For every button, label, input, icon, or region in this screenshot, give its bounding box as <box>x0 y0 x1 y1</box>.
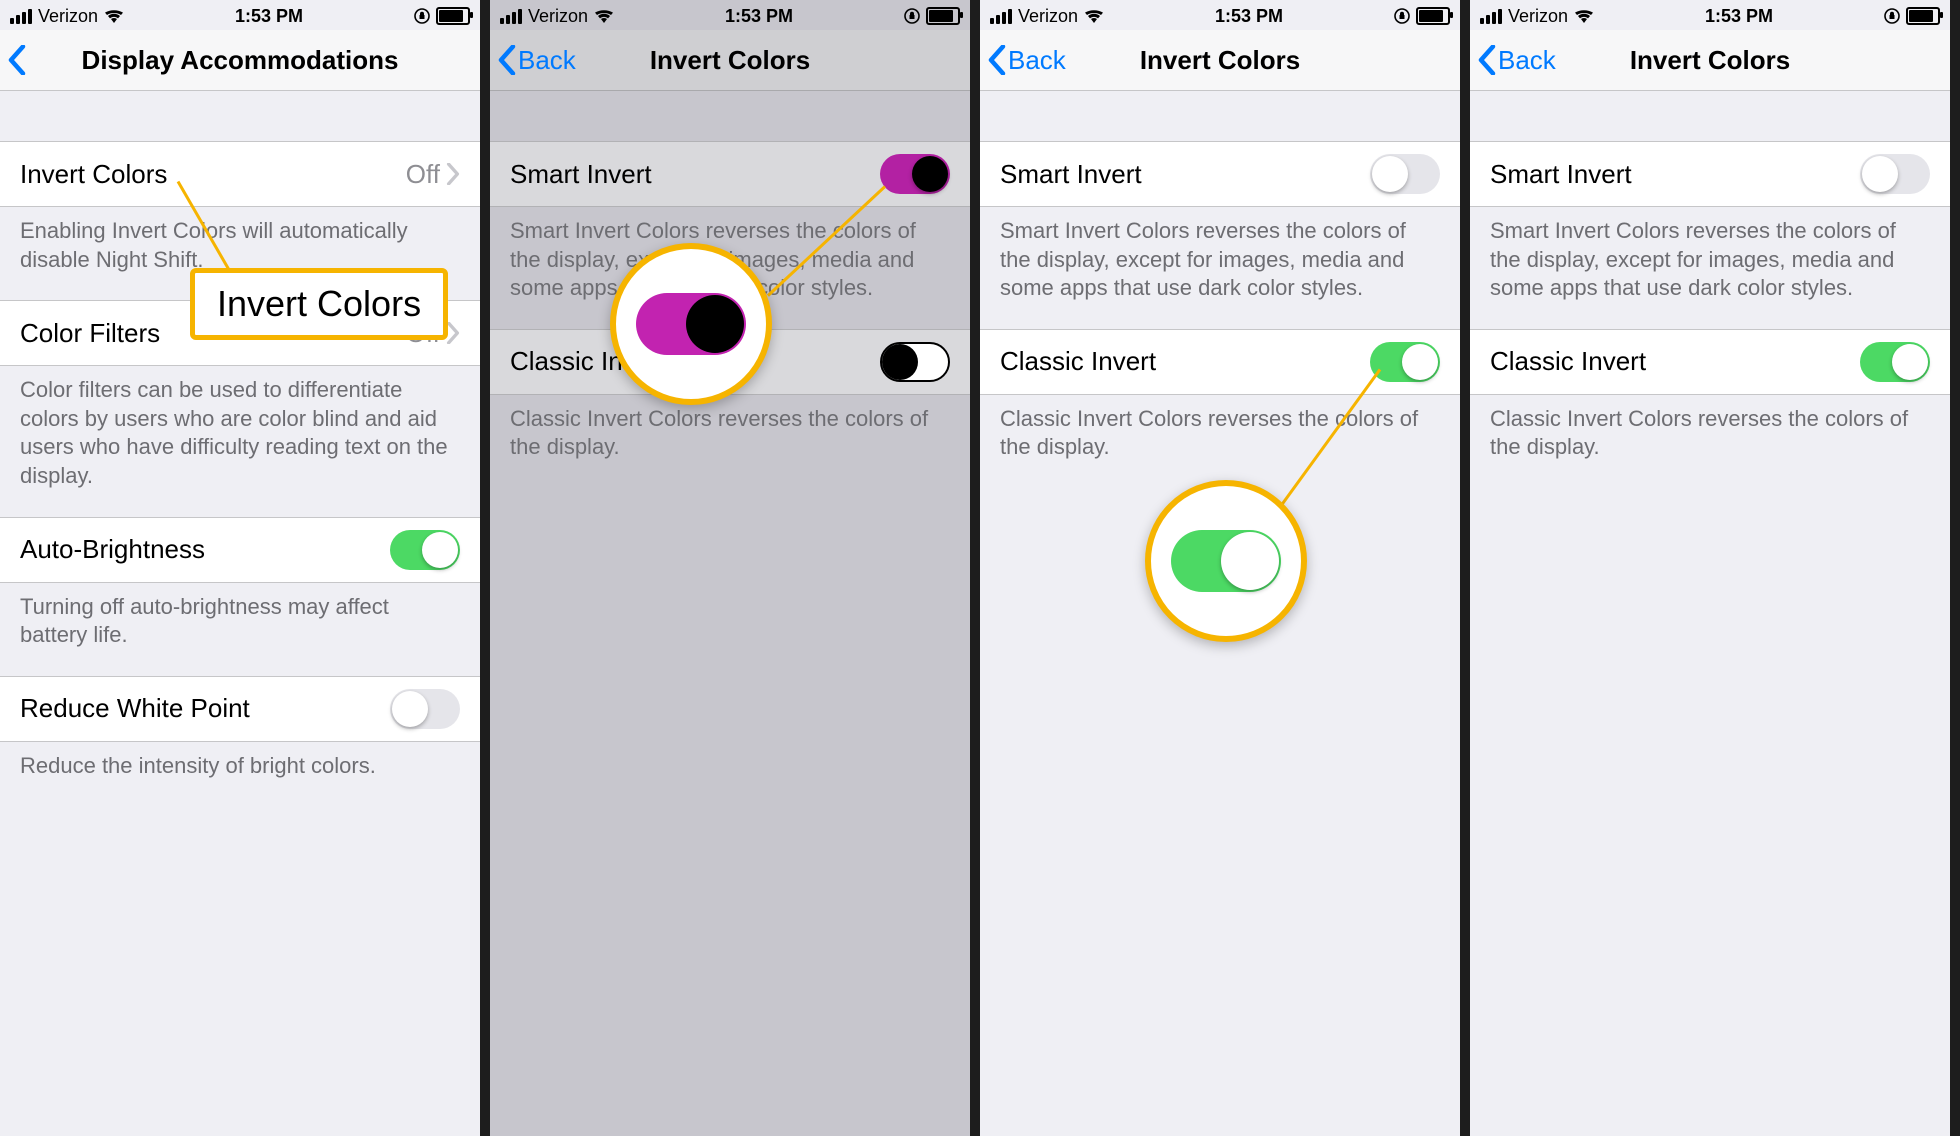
screenshot-3: Verizon 1:53 PM Back Invert Colors Smart… <box>980 0 1460 1136</box>
nav-bar: Back Invert Colors <box>980 30 1460 91</box>
clock-label: 1:53 PM <box>1104 6 1394 27</box>
carrier-label: Verizon <box>38 6 98 27</box>
back-button[interactable]: Back <box>1478 45 1556 76</box>
toggle-illustration <box>636 293 746 355</box>
annotation-callout <box>610 243 772 405</box>
smart-invert-row: Smart Invert <box>490 141 970 207</box>
status-bar: Verizon 1:53 PM <box>980 0 1460 30</box>
back-button[interactable]: Back <box>988 45 1066 76</box>
classic-invert-row: Classic Invert <box>980 329 1460 395</box>
orientation-lock-icon <box>1884 8 1900 24</box>
smart-invert-row: Smart Invert <box>980 141 1460 207</box>
row-value: Off <box>406 159 440 190</box>
auto-brightness-row: Auto-Brightness <box>0 517 480 583</box>
invert-colors-row[interactable]: Invert Colors Off <box>0 141 480 207</box>
nav-bar: Display Accommodations <box>0 30 480 91</box>
row-footer: Classic Invert Colors reverses the color… <box>490 395 970 462</box>
row-footer: Turning off auto-brightness may affect b… <box>0 583 480 650</box>
toggle-illustration <box>1171 530 1281 592</box>
reduce-white-point-toggle[interactable] <box>390 689 460 729</box>
clock-label: 1:53 PM <box>124 6 414 27</box>
screenshot-4-cropped: Verizon 1:53 PM Back Invert Colors Smart… <box>1470 0 1950 1136</box>
wifi-icon <box>1084 9 1104 24</box>
row-label: Auto-Brightness <box>20 534 390 565</box>
back-button[interactable]: Back <box>498 45 576 76</box>
clock-label: 1:53 PM <box>1594 6 1884 27</box>
screenshot-1: Verizon 1:53 PM Display Accommodations I… <box>0 0 480 1136</box>
classic-invert-toggle[interactable] <box>1370 342 1440 382</box>
status-bar: Verizon 1:53 PM <box>490 0 970 30</box>
orientation-lock-icon <box>904 8 920 24</box>
row-footer: Color filters can be used to differentia… <box>0 366 480 490</box>
auto-brightness-toggle[interactable] <box>390 530 460 570</box>
wifi-icon <box>1574 9 1594 24</box>
back-label: Back <box>1008 45 1066 76</box>
chevron-right-icon <box>446 163 460 185</box>
status-bar: Verizon 1:53 PM <box>0 0 480 30</box>
classic-invert-toggle[interactable] <box>1860 342 1930 382</box>
carrier-label: Verizon <box>1018 6 1078 27</box>
battery-icon <box>1906 7 1940 25</box>
nav-bar: Back Invert Colors <box>1470 30 1950 91</box>
smart-invert-toggle[interactable] <box>1370 154 1440 194</box>
smart-invert-toggle[interactable] <box>880 154 950 194</box>
row-footer: Reduce the intensity of bright colors. <box>0 742 480 781</box>
classic-invert-row: Classic Invert <box>1470 329 1950 395</box>
page-title: Display Accommodations <box>0 45 480 76</box>
row-footer: Smart Invert Colors reverses the colors … <box>1470 207 1950 303</box>
row-footer: Classic Invert Colors reverses the color… <box>980 395 1460 462</box>
orientation-lock-icon <box>414 8 430 24</box>
row-label: Smart Invert <box>1000 159 1370 190</box>
annotation-callout <box>1145 480 1307 642</box>
smart-invert-row: Smart Invert <box>1470 141 1950 207</box>
clock-label: 1:53 PM <box>614 6 904 27</box>
status-bar: Verizon 1:53 PM <box>1470 0 1950 30</box>
nav-bar: Back Invert Colors <box>490 30 970 91</box>
battery-icon <box>436 7 470 25</box>
battery-icon <box>1416 7 1450 25</box>
row-label: Invert Colors <box>20 159 406 190</box>
back-label: Back <box>1498 45 1556 76</box>
row-label: Classic Invert <box>1490 346 1860 377</box>
signal-icon <box>990 9 1012 24</box>
wifi-icon <box>594 9 614 24</box>
row-label: Classic Invert <box>1000 346 1370 377</box>
carrier-label: Verizon <box>1508 6 1568 27</box>
row-label: Smart Invert <box>510 159 880 190</box>
signal-icon <box>10 9 32 24</box>
orientation-lock-icon <box>1394 8 1410 24</box>
screenshot-2: Verizon 1:53 PM Back Invert Colors Smart… <box>490 0 970 1136</box>
carrier-label: Verizon <box>528 6 588 27</box>
signal-icon <box>1480 9 1502 24</box>
row-label: Smart Invert <box>1490 159 1860 190</box>
row-label: Reduce White Point <box>20 693 390 724</box>
chevron-right-icon <box>446 322 460 344</box>
annotation-callout: Invert Colors <box>190 268 448 340</box>
signal-icon <box>500 9 522 24</box>
reduce-white-point-row: Reduce White Point <box>0 676 480 742</box>
chevron-left-icon <box>1478 45 1496 75</box>
battery-icon <box>926 7 960 25</box>
chevron-left-icon <box>8 45 26 75</box>
wifi-icon <box>104 9 124 24</box>
chevron-left-icon <box>498 45 516 75</box>
chevron-left-icon <box>988 45 1006 75</box>
row-footer: Enabling Invert Colors will automaticall… <box>0 207 480 274</box>
classic-invert-toggle[interactable] <box>880 342 950 382</box>
smart-invert-toggle[interactable] <box>1860 154 1930 194</box>
row-footer: Smart Invert Colors reverses the colors … <box>980 207 1460 303</box>
back-button[interactable] <box>8 45 26 75</box>
back-label: Back <box>518 45 576 76</box>
row-footer: Classic Invert Colors reverses the color… <box>1470 395 1950 462</box>
